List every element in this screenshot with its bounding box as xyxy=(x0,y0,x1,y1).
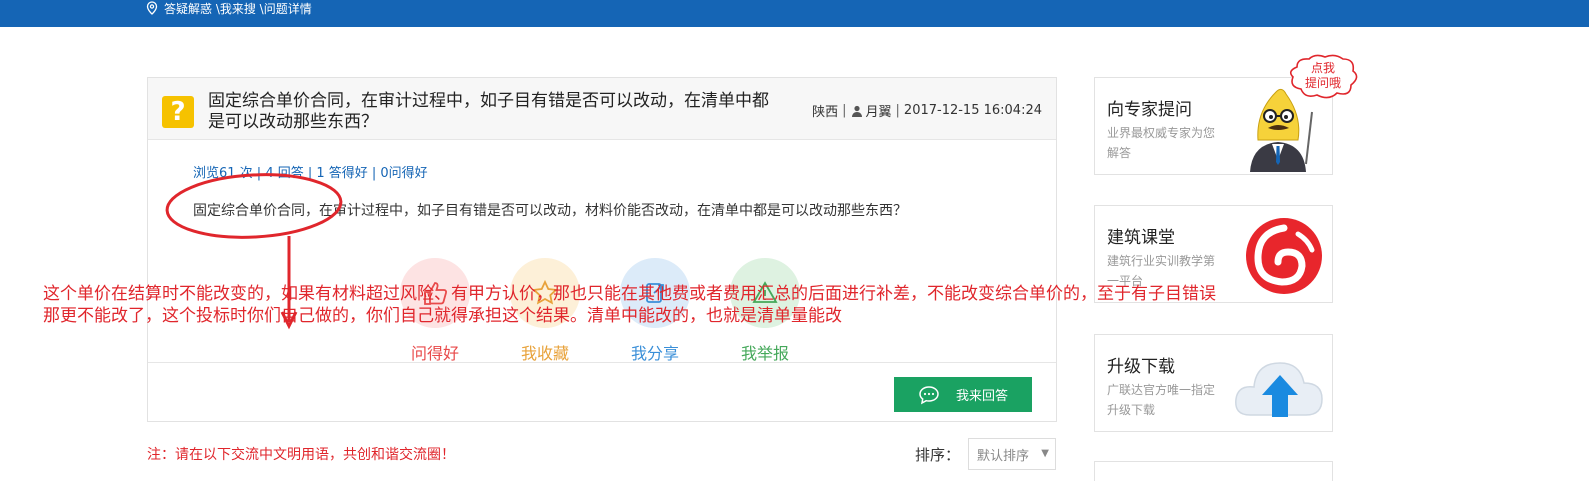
location-pin-icon xyxy=(146,1,158,15)
question-panel: ? 固定综合单价合同，在审计过程中，如子目有错是否可以改动，在清单中都是可以改动… xyxy=(147,77,1057,422)
question-header: ? 固定综合单价合同，在审计过程中，如子目有错是否可以改动，在清单中都是可以改动… xyxy=(148,78,1056,140)
sort-label: 排序： xyxy=(915,446,961,464)
ask-bubble-line: 点我 提问哦 xyxy=(1304,61,1341,90)
question-datetime: 2017-12-15 16:04:24 xyxy=(903,103,1042,118)
breadcrumb: 答疑解惑 \我来搜 \问题详情 xyxy=(146,0,312,16)
breadcrumb-text[interactable]: 答疑解惑 \我来搜 \问题详情 xyxy=(164,0,312,17)
user-icon xyxy=(851,105,862,117)
notice-text: 注：请在以下交流中文明用语，共创和谐交流圈！ xyxy=(147,447,455,463)
divider xyxy=(148,362,1056,363)
ask-expert-subtitle: 业界最权威专家为您解答 xyxy=(1107,126,1216,160)
cloud-upload-icon xyxy=(1235,362,1323,417)
sort-select[interactable]: 默认排序 ▼ xyxy=(968,438,1056,470)
ask-expert-title: 向专家提问 xyxy=(1107,100,1192,120)
question-stats: 浏览61 次 | 4 回答 | 1 答得好 | 0问得好 xyxy=(193,166,428,181)
answer-button[interactable]: 我来回答 xyxy=(894,377,1032,412)
chat-bubble-icon xyxy=(919,385,939,404)
top-nav-bar: 答疑解惑 \我来搜 \问题详情 xyxy=(0,0,1589,27)
question-region[interactable]: 陕西 xyxy=(812,101,838,120)
partial-sidebar-card[interactable] xyxy=(1094,461,1333,481)
sort-selected-value: 默认排序 xyxy=(977,448,1030,464)
building-class-title: 建筑课堂 xyxy=(1107,228,1175,248)
upgrade-download-title: 升级下载 xyxy=(1107,357,1175,377)
question-body: 固定综合单价合同，在审计过程中，如子目有错是否可以改动，材料价能否改动，在清单中… xyxy=(193,203,907,219)
question-title: 固定综合单价合同，在审计过程中，如子目有错是否可以改动，在清单中都是可以改动那些… xyxy=(208,91,769,132)
question-user[interactable]: 月翼 xyxy=(866,101,892,120)
favorite-label[interactable]: 我收藏 xyxy=(500,340,590,364)
question-meta: 陕西 | 月翼 | 2017-12-15 16:04:24 xyxy=(812,101,1042,120)
chevron-down-icon: ▼ xyxy=(1041,448,1049,459)
upgrade-download-subtitle: 广联达官方唯一指定升级下载 xyxy=(1107,383,1216,417)
upgrade-download-card[interactable]: 升级下载 广联达官方唯一指定升级下载 xyxy=(1094,334,1333,432)
annotation-line-1: 这个单价在结算时不能改变的，如果有材料超过风险、有甲方认价，那也只能在其他费或者… xyxy=(43,284,1216,304)
report-label[interactable]: 我举报 xyxy=(720,340,810,364)
annotation-line-2: 那更不能改了，这个投标时你们自己做的，你们自己就得承担这个结果。清单中能改的，也… xyxy=(43,306,842,326)
question-mark-icon: ? xyxy=(162,96,194,128)
ask-bubble-text[interactable]: 点我 提问哦 xyxy=(1283,61,1363,91)
share-label[interactable]: 我分享 xyxy=(610,340,700,364)
answer-button-label: 我来回答 xyxy=(955,389,1008,404)
annotation-text: 这个单价在结算时不能改变的，如果有材料超过风险、有甲方认价，那也只能在其他费或者… xyxy=(43,283,1423,327)
like-question-label[interactable]: 问得好 xyxy=(390,340,480,364)
